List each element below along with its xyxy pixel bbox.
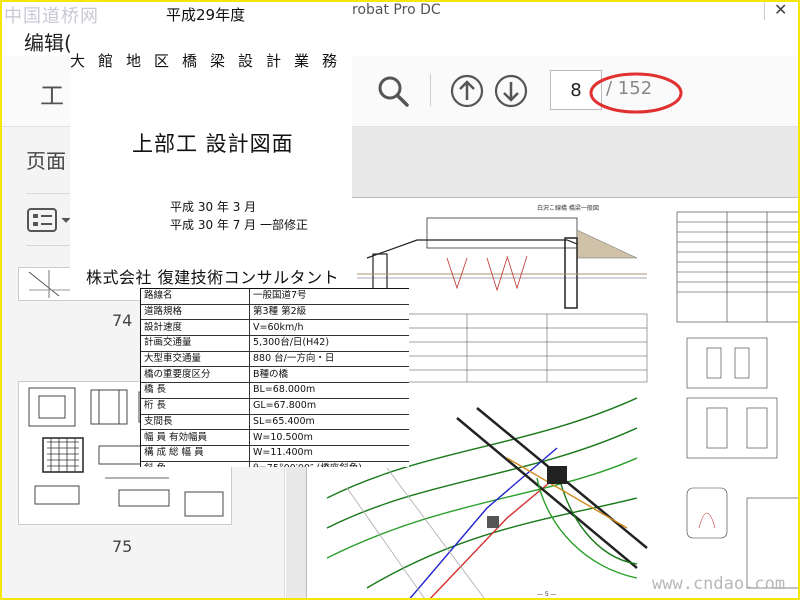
app-title: robat Pro DC [352, 2, 441, 18]
spec-value: 第3種 第2級 [249, 304, 409, 321]
spec-value: B種の橋 [249, 366, 409, 384]
spec-key: 支間長 [141, 414, 250, 431]
spec-row: 桁 長 GL=67.800m [141, 398, 409, 415]
watermark-top-left: 中国道桥网 [4, 6, 99, 27]
toolbar-divider [430, 74, 431, 106]
spec-row: 橋の重要度区分 B種の橋 [141, 366, 409, 384]
search-icon[interactable] [376, 74, 410, 108]
drawing-header: 白沢こ線橋 橋梁一般図 [537, 204, 599, 212]
thumbnail-page-number: 75 [112, 537, 133, 556]
screen-frame: robat Pro DC 编辑( ✕ 工 8 / 152 页面 74 75 白沢… [0, 0, 800, 600]
cover-page-overlay: 平成29年度 大館地区橋梁設計業務 上部工 設計図面 平成 30 年 3 月 平… [70, 2, 352, 294]
spec-value: W=10.500m [249, 429, 409, 446]
thumbnail-options-icon[interactable] [26, 207, 72, 233]
thumbnail-page-number: 74 [112, 311, 133, 330]
cover-title: 上部工 設計図面 [132, 132, 294, 156]
spec-value: 一般国道7号 [249, 289, 409, 305]
spec-value: 880 台/一方向・日 [249, 351, 409, 368]
spec-key: 桁 長 [141, 398, 250, 415]
highlight-ellipse [589, 72, 683, 114]
spec-key: 構 成 総 幅 員 [141, 445, 250, 462]
spec-value: V=60km/h [249, 319, 409, 337]
spec-row: 橋 長 BL=68.000m [141, 382, 409, 399]
next-page-icon[interactable] [494, 74, 528, 108]
cover-revision-date: 平成 30 年 7 月 一部修正 [170, 218, 308, 232]
spec-row: 支間長 SL=65.400m [141, 414, 409, 431]
spec-row: 大型車交通量 880 台/一方向・日 [141, 351, 409, 368]
previous-page-icon[interactable] [450, 74, 484, 108]
spec-key: 大型車交通量 [141, 351, 250, 368]
spec-value: GL=67.800m [249, 398, 409, 415]
spec-key: 設計速度 [141, 319, 250, 337]
spec-key: 路線名 [141, 289, 250, 305]
company-name: 株式会社 復建技術コンサルタント [86, 268, 340, 287]
spec-value: 5,300台/日(H42) [249, 335, 409, 352]
spec-value: θ=75°00′00″ (橋座斜角) [249, 461, 409, 467]
spec-row: 幅 員 有効幅員 W=10.500m [141, 429, 409, 446]
spec-row: 道路規格 第3種 第2級 [141, 304, 409, 321]
spec-row: 計画交通量 5,300台/日(H42) [141, 335, 409, 352]
spec-value: BL=68.000m [249, 382, 409, 399]
spec-key: 幅 員 有効幅員 [141, 429, 250, 446]
spec-key: 計画交通量 [141, 335, 250, 352]
cover-date: 平成 30 年 3 月 [170, 200, 257, 214]
panel-title: 页面 [26, 149, 66, 173]
spec-row: 斜 角θ=75°00′00″ (橋座斜角) [141, 461, 409, 467]
spec-row: 設計速度 V=60km/h [141, 319, 409, 337]
close-button[interactable]: ✕ [764, 2, 795, 20]
spec-key: 橋 長 [141, 382, 250, 399]
close-icon: ✕ [774, 0, 788, 19]
spec-row: 路線名 一般国道7号 [141, 289, 409, 305]
spec-row: 構 成 総 幅 員 W=11.400m [141, 445, 409, 462]
cover-year: 平成29年度 [166, 6, 246, 24]
menu-edit[interactable]: 编辑( [24, 27, 72, 56]
spec-value: W=11.400m [249, 445, 409, 462]
drawing-page-number: — 5 — [537, 591, 557, 598]
spec-key: 橋の重要度区分 [141, 366, 250, 384]
cover-project-name: 大館地区橋梁設計業務 [70, 52, 351, 70]
spec-value: SL=65.400m [249, 414, 409, 431]
design-spec-table: 路線名 一般国道7号 道路規格 第3種 第2級 設計速度 V=60km/h 計画交通量 5,3… [140, 288, 409, 467]
spec-key: 斜 角 [141, 461, 250, 467]
spec-key: 道路規格 [141, 304, 250, 321]
watermark-bottom-right: www.cndao.com [652, 574, 786, 594]
tools-label[interactable]: 工 [40, 76, 64, 111]
